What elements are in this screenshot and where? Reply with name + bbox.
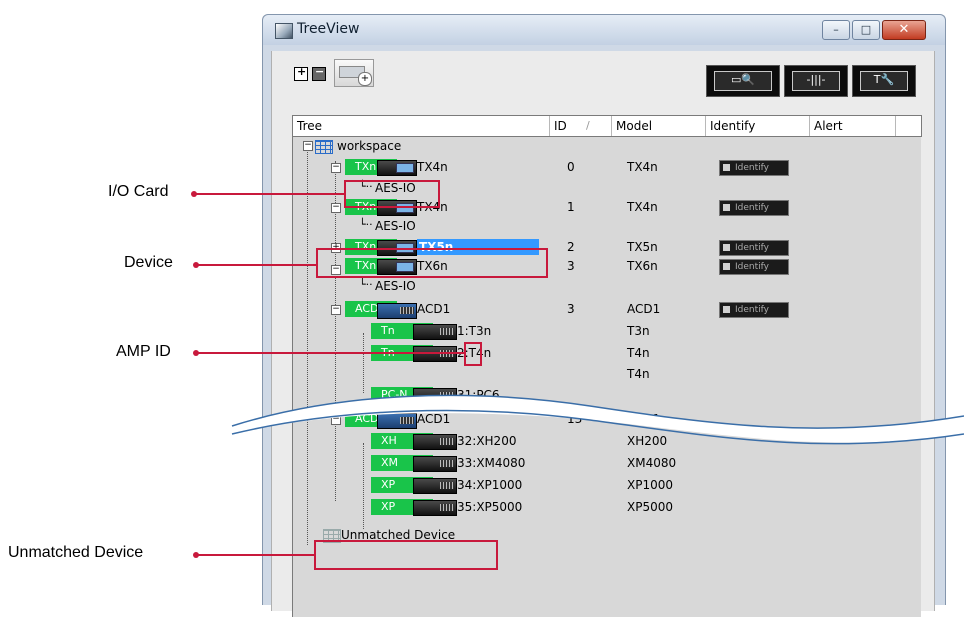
callout-line [196,352,464,354]
callout-line [196,264,316,266]
callout-dot [193,350,199,356]
callout-io-card: I/O Card [108,183,169,200]
callout-amp-id: AMP ID [116,343,171,360]
callout-line [194,193,344,195]
device-highlight [316,248,548,278]
callout-unmatched-device: Unmatched Device [8,544,144,561]
callout-device: Device [124,254,173,271]
callout-line [196,554,314,556]
unmatched-device-highlight [314,540,498,570]
cut-line [231,394,964,445]
amp-id-highlight [464,342,482,366]
callout-dot [191,191,197,197]
io-card-highlight [344,180,440,208]
callout-dot [193,552,199,558]
callout-dot [193,262,199,268]
